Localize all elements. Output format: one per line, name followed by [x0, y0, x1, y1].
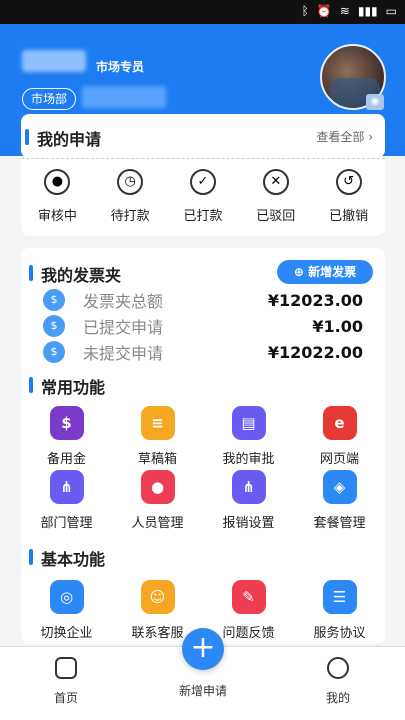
draft-icon: ≡: [140, 406, 175, 440]
drafts-item[interactable]: ≡ 草稿箱: [118, 406, 198, 470]
invoice-row-total: $ 发票夹总额 ¥12023.00: [43, 288, 363, 312]
user-role: 市场专员: [96, 60, 145, 74]
signal-icon: ▮▮▮: [357, 4, 378, 18]
service-agreement-item[interactable]: ☰ 服务协议: [300, 580, 380, 644]
person-manage-icon: ●: [140, 470, 175, 504]
my-applications-header: 我的申请 查看全部 ›: [21, 114, 385, 158]
status-bar: ᛒ ⏰ ≋ ▮▮▮ ▭: [0, 0, 405, 24]
settings-tree-icon: ⋔: [231, 470, 266, 504]
home-icon: [55, 657, 77, 679]
x-icon: ✕: [262, 169, 289, 195]
add-application-label: 新增申请: [178, 684, 227, 698]
common-functions-title: 常用功能: [28, 374, 105, 398]
package-management-item[interactable]: ◈ 套餐管理: [300, 470, 380, 534]
reimbursement-settings-item[interactable]: ⋔ 报销设置: [209, 470, 289, 534]
invoice-row-unsubmitted: $ 未提交申请 ¥12022.00: [43, 340, 363, 364]
battery-icon: ▭: [385, 4, 397, 18]
add-application-button[interactable]: +: [182, 628, 224, 670]
switch-company-item[interactable]: ◎ 切换企业: [27, 580, 107, 644]
camera-icon[interactable]: ◉: [366, 94, 384, 110]
layers-icon: ◈: [322, 470, 357, 504]
wifi-icon: ≋: [339, 4, 350, 18]
tab-mine[interactable]: 我的: [298, 657, 378, 706]
status-pending-payment[interactable]: ◷ 待打款: [98, 169, 162, 224]
common-functions-grid: $ 备用金 ≡ 草稿箱 ▤ 我的审批 e 网页端 ⋔ 部门管理 ● 人员管理 ⋔ 报销设置 ◈…: [21, 406, 385, 534]
department-management-item[interactable]: ⋔ 部门管理: [27, 470, 107, 534]
money-bag-icon: $: [43, 341, 65, 363]
basic-functions-title: 基本功能: [28, 546, 105, 570]
undo-icon: ↺: [335, 169, 362, 195]
status-withdrawn[interactable]: ↺ 已撤销: [317, 169, 381, 224]
bluetooth-icon: ᛒ: [301, 4, 309, 18]
application-status-row: ● 审核中 ◷ 待打款 ✓ 已打款 ✕ 已驳回 ↺ 已撤销: [21, 158, 385, 236]
status-paid[interactable]: ✓ 已打款: [171, 169, 235, 224]
department-badge: 市场部: [22, 88, 77, 110]
main-card: 我的发票夹 ⊕ 新增发票 $ 发票夹总额 ¥12023.00 $ 已提交申请 ¥…: [21, 248, 385, 644]
check-icon: ✓: [189, 169, 216, 195]
invoice-folder-title: 我的发票夹: [28, 262, 121, 286]
org-icon: ⋔: [49, 470, 84, 504]
customer-service-item[interactable]: ☺ 联系客服: [118, 580, 198, 644]
petty-cash-item[interactable]: $ 备用金: [27, 406, 107, 470]
staff-management-item[interactable]: ● 人员管理: [118, 470, 198, 534]
tab-home[interactable]: 首页: [26, 657, 106, 706]
piggy-bank-icon: $: [49, 406, 84, 440]
clock-icon: ◷: [117, 169, 144, 195]
agreement-icon: ☰: [322, 580, 357, 614]
feedback-icon: ✎: [231, 580, 266, 614]
ie-icon: e: [322, 406, 357, 440]
service-icon: ☺: [140, 580, 175, 614]
my-approval-item[interactable]: ▤ 我的审批: [209, 406, 289, 470]
new-invoice-button[interactable]: ⊕ 新增发票: [277, 260, 373, 284]
alarm-icon: ⏰: [316, 4, 332, 18]
status-icons: ᛒ ⏰ ≋ ▮▮▮ ▭: [302, 4, 397, 18]
user-icon: [327, 657, 349, 679]
switch-icon: ◎: [49, 580, 84, 614]
status-reviewing[interactable]: ● 审核中: [25, 169, 89, 224]
status-rejected[interactable]: ✕ 已驳回: [244, 169, 308, 224]
person-icon: ●: [44, 169, 71, 195]
user-name: [22, 50, 86, 72]
feedback-item[interactable]: ✎ 问题反馈: [209, 580, 289, 644]
my-applications-title: 我的申请: [24, 126, 101, 150]
user-phone: [82, 86, 166, 108]
invoice-row-submitted: $ 已提交申请 ¥1.00: [43, 314, 363, 338]
approval-icon: ▤: [231, 406, 266, 440]
money-bag-icon: $: [43, 315, 65, 337]
web-version-item[interactable]: e 网页端: [300, 406, 380, 470]
money-bag-icon: $: [43, 289, 65, 311]
view-all-link[interactable]: 查看全部 ›: [316, 128, 373, 145]
